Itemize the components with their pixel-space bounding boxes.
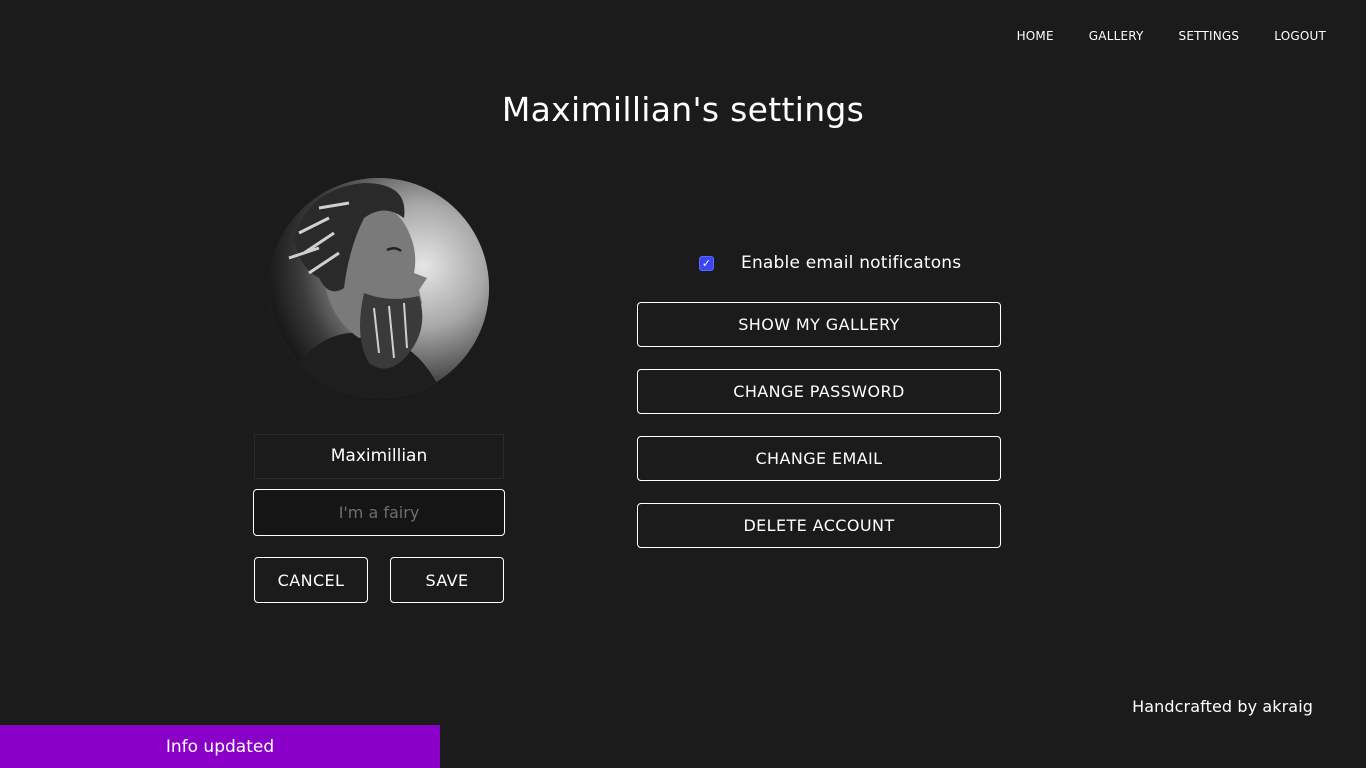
change-password-button[interactable]: CHANGE PASSWORD bbox=[637, 369, 1001, 414]
nav-logout[interactable]: LOGOUT bbox=[1239, 29, 1326, 43]
toast-notification: Info updated bbox=[0, 725, 440, 768]
cancel-button[interactable]: CANCEL bbox=[254, 557, 368, 603]
name-field: Maximillian bbox=[254, 434, 504, 479]
nav-home[interactable]: HOME bbox=[982, 29, 1054, 43]
bio-input[interactable] bbox=[253, 489, 505, 536]
email-notifications-row: ✓ Enable email notificatons bbox=[699, 253, 961, 273]
toast-message: Info updated bbox=[165, 736, 275, 757]
email-notifications-checkbox[interactable]: ✓ bbox=[699, 255, 714, 271]
email-notifications-label: Enable email notificatons bbox=[741, 253, 962, 273]
avatar-portrait bbox=[269, 178, 489, 398]
nav-gallery[interactable]: GALLERY bbox=[1054, 29, 1144, 43]
show-gallery-button[interactable]: SHOW MY GALLERY bbox=[637, 302, 1001, 347]
top-nav: HOME GALLERY SETTINGS LOGOUT bbox=[982, 29, 1326, 43]
delete-account-button[interactable]: DELETE ACCOUNT bbox=[637, 503, 1001, 548]
save-button[interactable]: SAVE bbox=[390, 557, 504, 603]
page-title: Maximillian's settings bbox=[501, 90, 865, 129]
change-email-button[interactable]: CHANGE EMAIL bbox=[637, 436, 1001, 481]
check-icon: ✓ bbox=[701, 256, 712, 270]
nav-settings[interactable]: SETTINGS bbox=[1144, 29, 1240, 43]
avatar[interactable] bbox=[269, 178, 489, 398]
footer-credit: Handcrafted by akraig bbox=[1132, 697, 1313, 716]
